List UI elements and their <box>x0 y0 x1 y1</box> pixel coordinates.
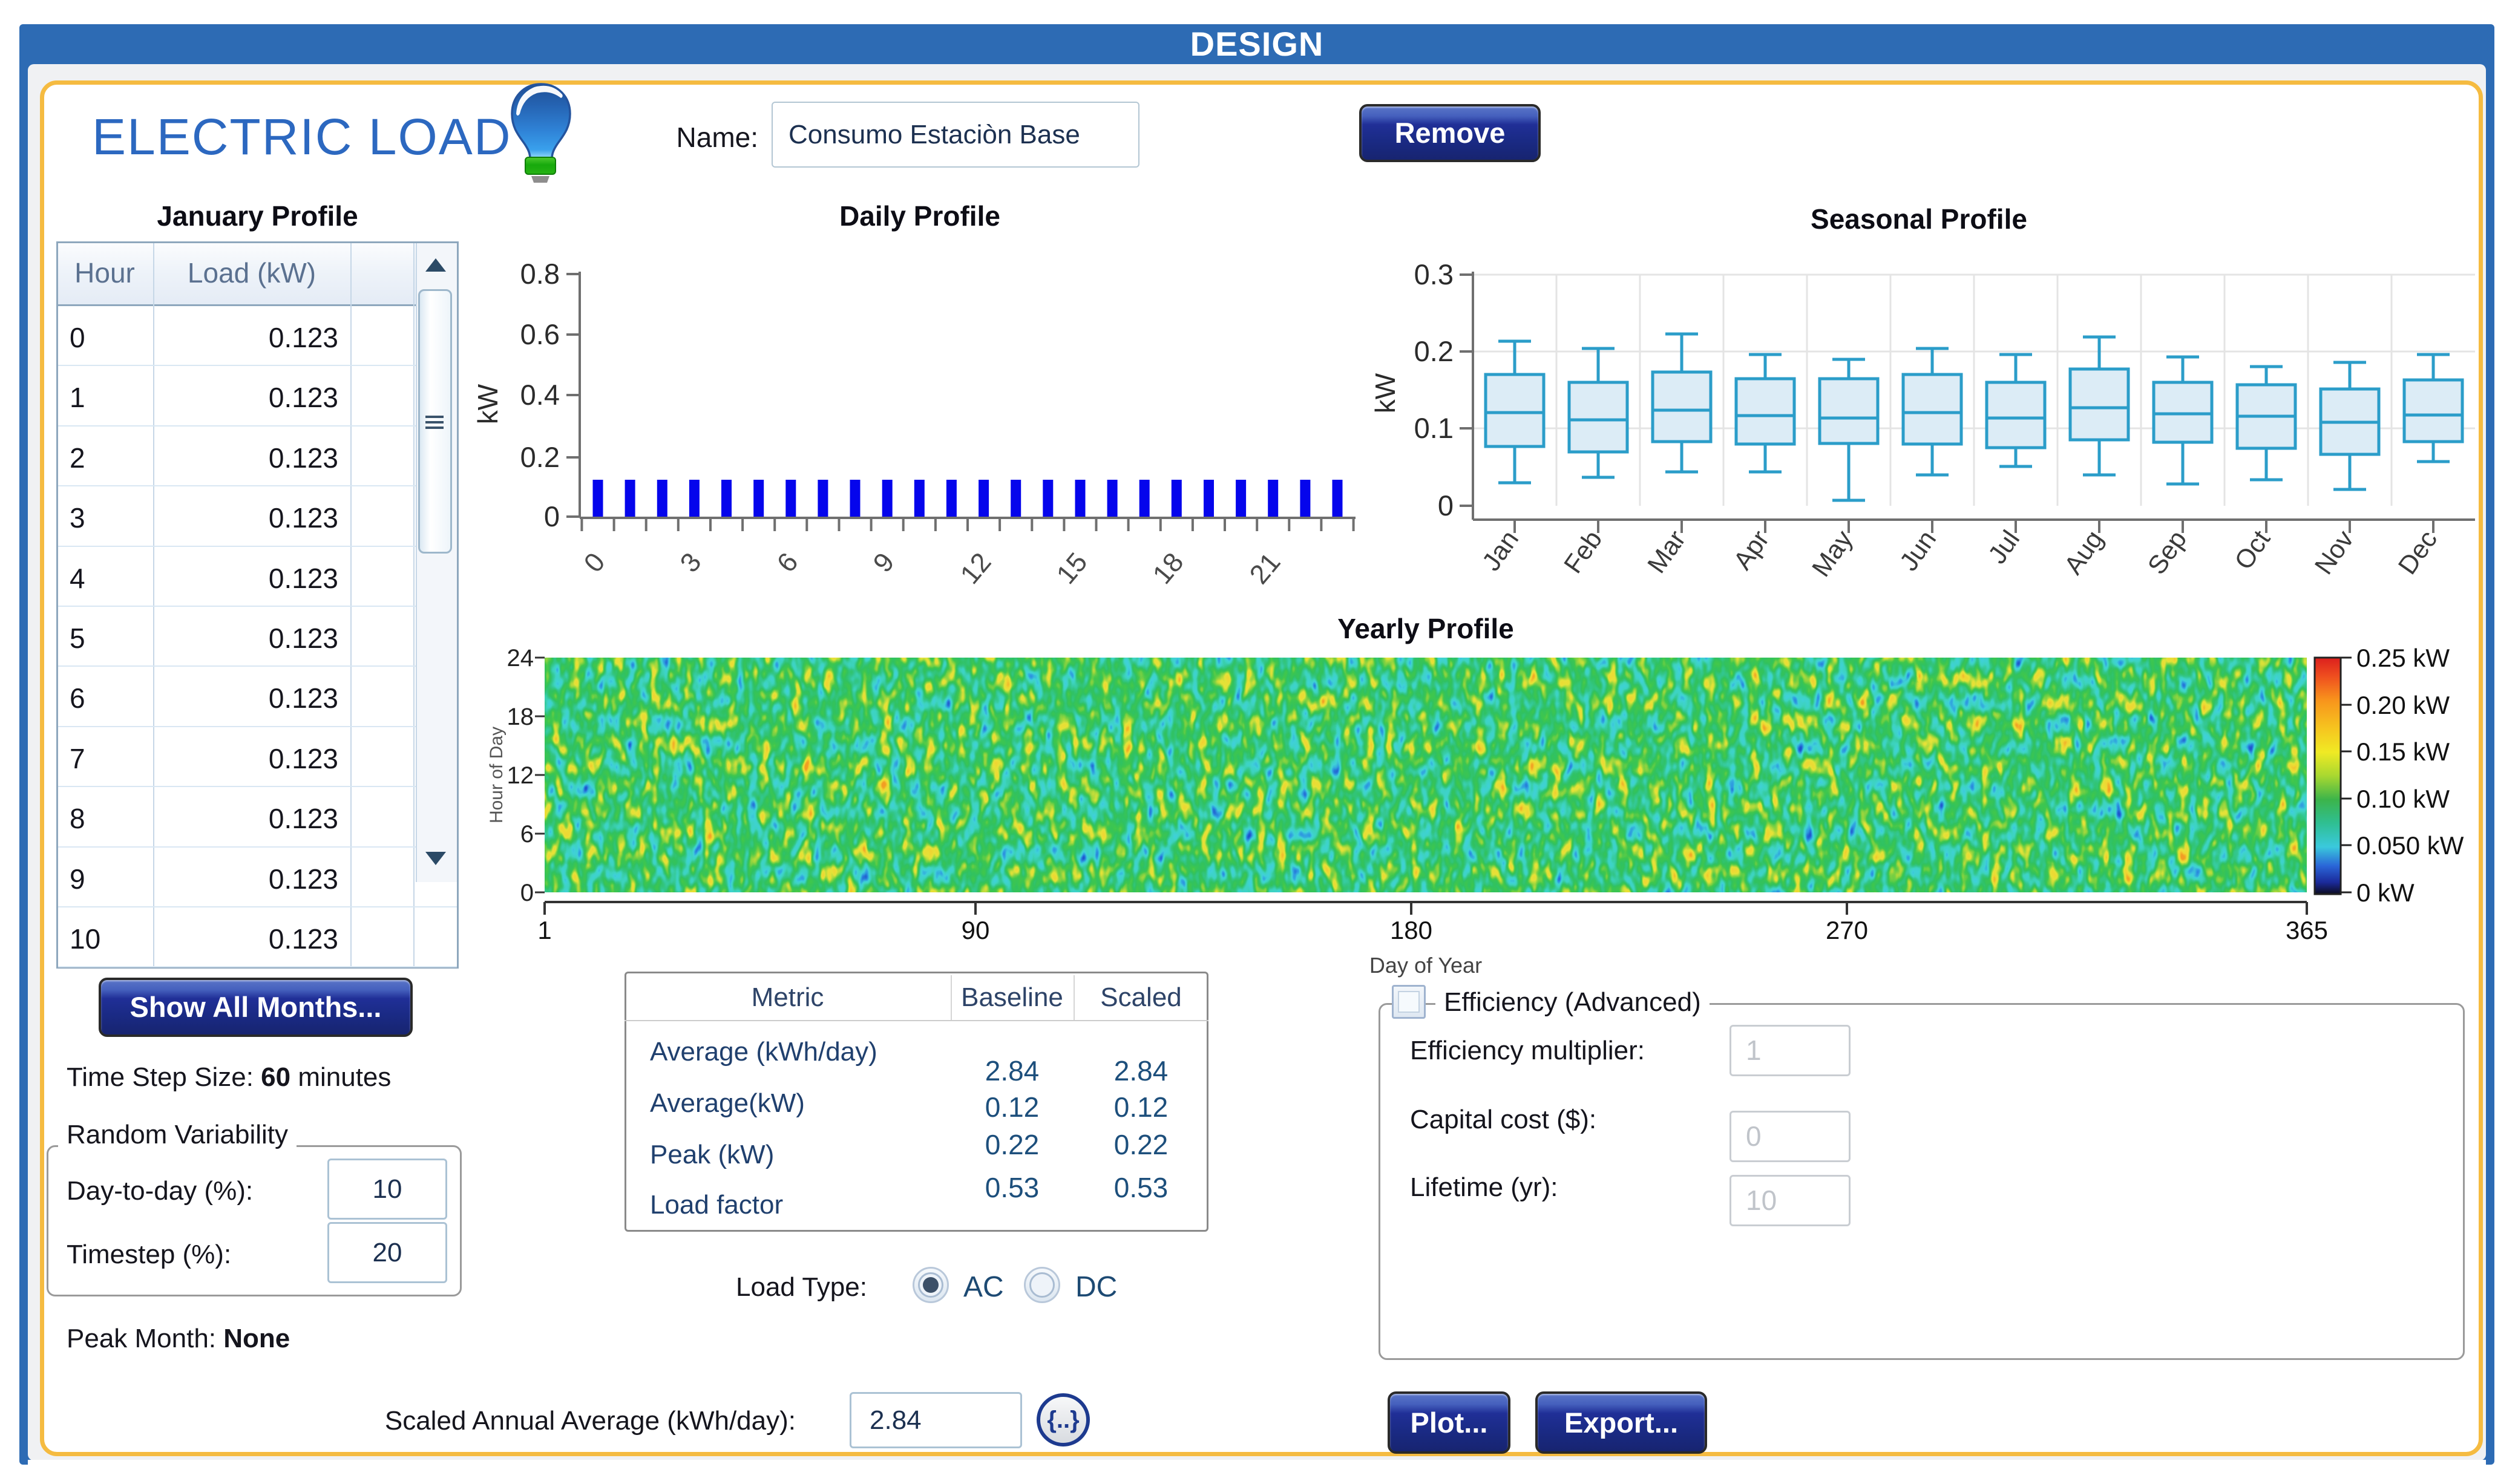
svg-text:0.050 kW: 0.050 kW <box>2356 831 2464 860</box>
svg-text:Day of Year: Day of Year <box>1369 953 1482 978</box>
svg-text:0: 0 <box>520 880 534 906</box>
svg-text:21: 21 <box>1243 547 1286 590</box>
svg-text:90: 90 <box>962 916 990 944</box>
svg-text:Mar: Mar <box>1642 525 1691 578</box>
svg-text:0.1: 0.1 <box>1414 412 1454 444</box>
svg-text:Aug: Aug <box>2059 525 2109 580</box>
svg-text:18: 18 <box>1146 547 1189 590</box>
svg-text:0: 0 <box>1438 489 1454 521</box>
svg-text:0.8: 0.8 <box>520 258 560 290</box>
svg-text:6: 6 <box>520 821 534 848</box>
svg-text:0.3: 0.3 <box>1414 258 1454 290</box>
svg-text:Yearly Profile: Yearly Profile <box>1337 613 1514 644</box>
svg-text:Jun: Jun <box>1894 525 1942 576</box>
svg-text:0.6: 0.6 <box>520 318 560 350</box>
svg-text:365: 365 <box>2286 916 2328 944</box>
svg-text:Nov: Nov <box>2309 525 2359 580</box>
svg-text:0.4: 0.4 <box>520 379 560 411</box>
svg-text:Dec: Dec <box>2393 525 2443 580</box>
svg-text:15: 15 <box>1050 547 1093 590</box>
svg-text:0: 0 <box>578 547 611 578</box>
svg-text:0.20 kW: 0.20 kW <box>2356 691 2450 719</box>
svg-text:0 kW: 0 kW <box>2356 878 2415 907</box>
svg-text:0.15 kW: 0.15 kW <box>2356 737 2450 766</box>
svg-text:6: 6 <box>771 547 804 578</box>
svg-text:Seasonal Profile: Seasonal Profile <box>1811 203 2027 235</box>
svg-text:Oct: Oct <box>2229 525 2276 575</box>
svg-text:Feb: Feb <box>1558 525 1608 578</box>
svg-text:9: 9 <box>867 547 900 578</box>
svg-text:12: 12 <box>954 547 997 590</box>
svg-text:180: 180 <box>1390 916 1432 944</box>
svg-text:0.2: 0.2 <box>520 441 560 473</box>
svg-text:0.10 kW: 0.10 kW <box>2356 785 2450 813</box>
svg-text:Sep: Sep <box>2142 525 2192 580</box>
svg-text:3: 3 <box>674 547 707 578</box>
svg-text:270: 270 <box>1826 916 1868 944</box>
svg-text:24: 24 <box>507 645 534 672</box>
svg-text:18: 18 <box>507 704 534 730</box>
svg-text:1: 1 <box>537 916 551 944</box>
svg-text:0.2: 0.2 <box>1414 335 1454 367</box>
svg-text:kW: kW <box>1369 373 1401 413</box>
svg-text:Jul: Jul <box>1982 525 2025 569</box>
svg-text:0.25 kW: 0.25 kW <box>2356 644 2450 672</box>
svg-text:Jan: Jan <box>1477 525 1524 576</box>
svg-text:0: 0 <box>544 500 560 532</box>
svg-text:12: 12 <box>507 762 534 789</box>
svg-text:May: May <box>1806 525 1858 582</box>
svg-text:Apr: Apr <box>1728 525 1775 575</box>
svg-text:kW: kW <box>472 384 503 424</box>
svg-text:Hour of Day: Hour of Day <box>487 727 507 823</box>
